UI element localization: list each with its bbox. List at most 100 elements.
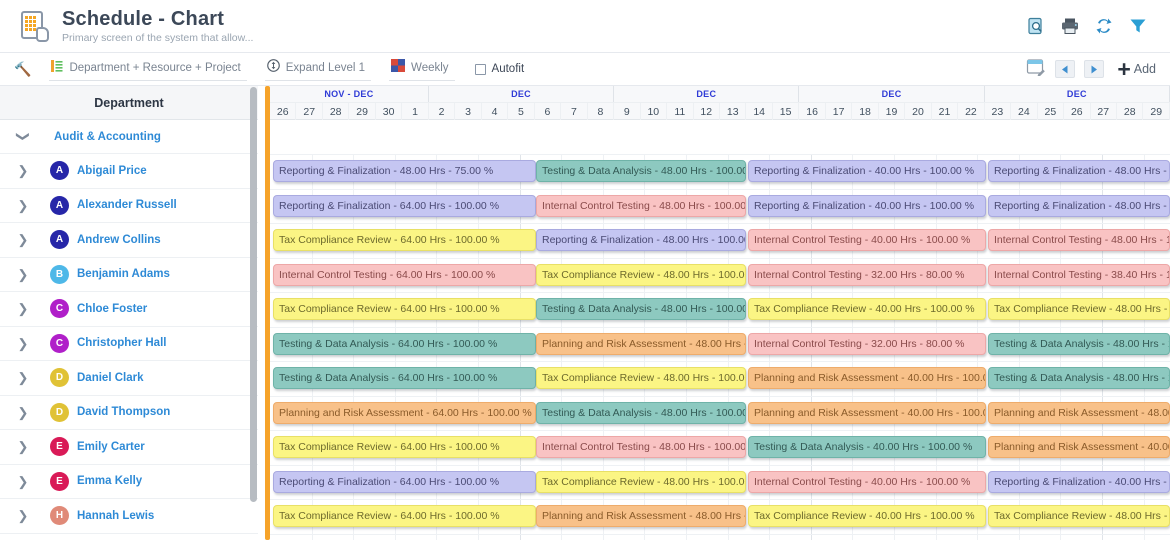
task-bar[interactable]: Tax Compliance Review - 48.00 Hrs - 100.…: [536, 264, 746, 286]
resource-row[interactable]: ❯AAbigail Price: [0, 154, 258, 189]
chart-toolbar: 🔨 Department + Resource + Project: [0, 53, 1170, 86]
resource-row[interactable]: ❯DDaniel Clark: [0, 361, 258, 396]
timeline-day-label: 25: [1038, 103, 1064, 120]
resource-expand-toggle[interactable]: ❯: [0, 371, 46, 384]
toolbar-right-actions: + Add: [1026, 58, 1156, 81]
task-bar[interactable]: Tax Compliance Review - 64.00 Hrs - 100.…: [273, 229, 536, 251]
autofit-checkbox[interactable]: Autofit: [475, 63, 525, 75]
resource-expand-toggle[interactable]: ❯: [0, 406, 46, 419]
task-bar[interactable]: Internal Control Testing - 64.00 Hrs - 1…: [273, 264, 536, 286]
task-bar[interactable]: Tax Compliance Review - 64.00 Hrs - 100.…: [273, 298, 536, 320]
task-bar[interactable]: Internal Control Testing - 32.00 Hrs - 8…: [748, 264, 986, 286]
resource-row[interactable]: ❯EEmma Kelly: [0, 465, 258, 500]
resource-expand-toggle[interactable]: ❯: [0, 268, 46, 281]
task-bar[interactable]: Tax Compliance Review - 64.00 Hrs - 100.…: [273, 436, 536, 458]
task-bar[interactable]: Testing & Data Analysis - 64.00 Hrs - 10…: [273, 367, 536, 389]
resource-expand-toggle[interactable]: ❯: [0, 302, 46, 315]
grouping-selector[interactable]: Department + Resource + Project: [49, 57, 246, 81]
resource-name-label: Daniel Clark: [77, 372, 143, 384]
task-bar[interactable]: Internal Control Testing - 48.00 Hrs - 1…: [536, 436, 746, 458]
avatar: C: [50, 299, 69, 318]
task-bar[interactable]: Internal Control Testing - 38.40 Hrs - 1…: [988, 264, 1170, 286]
task-bar[interactable]: Tax Compliance Review - 48.00 Hrs - 100.…: [988, 505, 1170, 527]
timeline-day-label: 30: [376, 103, 402, 120]
resource-row[interactable]: ❯HHannah Lewis: [0, 499, 258, 534]
scrollbar-thumb[interactable]: [250, 87, 257, 502]
task-bar[interactable]: Tax Compliance Review - 48.00 Hrs - 100.…: [988, 298, 1170, 320]
next-period-button[interactable]: [1084, 60, 1104, 78]
group-collapse-toggle[interactable]: ❯: [0, 130, 46, 143]
timeline-row-divider: [270, 189, 1170, 190]
timeline-day-row: 2627282930123456789101112131415161718192…: [270, 102, 1170, 120]
task-bar[interactable]: Reporting & Finalization - 40.00 Hrs - 1…: [988, 471, 1170, 493]
task-bar[interactable]: Planning and Risk Assessment - 40.00 Hrs…: [748, 402, 986, 424]
refresh-icon[interactable]: [1094, 16, 1114, 36]
task-bar[interactable]: Planning and Risk Assessment - 64.00 Hrs…: [273, 402, 536, 424]
prev-period-button[interactable]: [1055, 60, 1075, 78]
task-bar[interactable]: Testing & Data Analysis - 64.00 Hrs - 10…: [273, 333, 536, 355]
timeline-day-label: 27: [296, 103, 322, 120]
task-bar[interactable]: Internal Control Testing - 40.00 Hrs - 1…: [748, 229, 986, 251]
timeline-week-label: DEC: [985, 86, 1170, 102]
task-bar[interactable]: Tax Compliance Review - 48.00 Hrs - 100.…: [536, 471, 746, 493]
task-bar[interactable]: Reporting & Finalization - 48.00 Hrs - 1…: [988, 160, 1170, 182]
resource-row[interactable]: ❯CChristopher Hall: [0, 327, 258, 362]
task-bar[interactable]: Reporting & Finalization - 64.00 Hrs - 1…: [273, 471, 536, 493]
settings-tools-button[interactable]: 🔨: [14, 61, 31, 78]
resource-row[interactable]: ❯EEmily Carter: [0, 430, 258, 465]
task-bar[interactable]: Reporting & Finalization - 40.00 Hrs - 1…: [748, 195, 986, 217]
task-bar[interactable]: Planning and Risk Assessment - 48.00 Hrs…: [988, 402, 1170, 424]
resource-row[interactable]: ❯BBenjamin Adams: [0, 258, 258, 293]
expand-level-selector[interactable]: Expand Level 1: [265, 57, 371, 81]
resource-expand-toggle[interactable]: ❯: [0, 164, 46, 177]
avatar: A: [50, 161, 69, 180]
add-button-label: Add: [1134, 62, 1156, 76]
task-bar[interactable]: Reporting & Finalization - 48.00 Hrs - 7…: [273, 160, 536, 182]
calendar-today-icon[interactable]: [1026, 58, 1046, 81]
print-icon[interactable]: [1060, 16, 1080, 36]
search-document-icon[interactable]: [1026, 16, 1046, 36]
task-bar[interactable]: Reporting & Finalization - 48.00 Hrs - 1…: [988, 195, 1170, 217]
task-bar[interactable]: Internal Control Testing - 48.00 Hrs - 1…: [536, 195, 746, 217]
task-bar[interactable]: Testing & Data Analysis - 48.00 Hrs - 10…: [536, 160, 746, 182]
add-button[interactable]: + Add: [1117, 60, 1156, 78]
resource-expand-toggle[interactable]: ❯: [0, 337, 46, 350]
task-bar[interactable]: Tax Compliance Review - 48.00 Hrs - 100.…: [536, 367, 746, 389]
task-bar[interactable]: Testing & Data Analysis - 48.00 Hrs - 10…: [536, 402, 746, 424]
task-bar[interactable]: Tax Compliance Review - 40.00 Hrs - 100.…: [748, 505, 986, 527]
timeline-day-label: 22: [958, 103, 984, 120]
resource-row[interactable]: ❯DDavid Thompson: [0, 396, 258, 431]
resource-expand-toggle[interactable]: ❯: [0, 233, 46, 246]
resource-row[interactable]: ❯AAlexander Russell: [0, 189, 258, 224]
task-bar[interactable]: Reporting & Finalization - 40.00 Hrs - 1…: [748, 160, 986, 182]
filter-icon[interactable]: [1128, 16, 1148, 36]
zoom-level-selector[interactable]: Weekly: [389, 57, 455, 81]
task-bar[interactable]: Planning and Risk Assessment - 48.00 Hrs…: [536, 333, 746, 355]
task-bar[interactable]: Planning and Risk Assessment - 40.00 Hrs…: [748, 367, 986, 389]
task-bar[interactable]: Internal Control Testing - 32.00 Hrs - 8…: [748, 333, 986, 355]
group-row-audit-accounting[interactable]: ❯Audit & Accounting: [0, 120, 258, 154]
task-bar[interactable]: Tax Compliance Review - 64.00 Hrs - 100.…: [273, 505, 536, 527]
task-bar[interactable]: Reporting & Finalization - 48.00 Hrs - 1…: [536, 229, 746, 251]
task-bar[interactable]: Planning and Risk Assessment - 48.00 Hrs…: [536, 505, 746, 527]
timeline-row-divider: [270, 430, 1170, 431]
task-bar[interactable]: Planning and Risk Assessment - 40.00 Hrs…: [988, 436, 1170, 458]
timeline-day-label: 8: [588, 103, 614, 120]
resource-expand-toggle[interactable]: ❯: [0, 440, 46, 453]
timeline-day-label: 17: [826, 103, 852, 120]
task-bar[interactable]: Tax Compliance Review - 40.00 Hrs - 100.…: [748, 298, 986, 320]
task-bar[interactable]: Reporting & Finalization - 64.00 Hrs - 1…: [273, 195, 536, 217]
task-bar[interactable]: Testing & Data Analysis - 48.00 Hrs - 10…: [988, 333, 1170, 355]
resource-name-label: Andrew Collins: [77, 234, 161, 246]
task-bar[interactable]: Testing & Data Analysis - 40.00 Hrs - 10…: [748, 436, 986, 458]
resource-expand-toggle[interactable]: ❯: [0, 509, 46, 522]
task-bar[interactable]: Internal Control Testing - 48.00 Hrs - 1…: [988, 229, 1170, 251]
task-bar[interactable]: Testing & Data Analysis - 48.00 Hrs - 10…: [988, 367, 1170, 389]
resource-expand-toggle[interactable]: ❯: [0, 199, 46, 212]
resource-row[interactable]: ❯AAndrew Collins: [0, 223, 258, 258]
task-bar[interactable]: Testing & Data Analysis - 48.00 Hrs - 10…: [536, 298, 746, 320]
task-bar[interactable]: Internal Control Testing - 40.00 Hrs - 1…: [748, 471, 986, 493]
resource-row[interactable]: ❯CChloe Foster: [0, 292, 258, 327]
grid-vertical-scrollbar[interactable]: [250, 87, 257, 517]
resource-expand-toggle[interactable]: ❯: [0, 475, 46, 488]
